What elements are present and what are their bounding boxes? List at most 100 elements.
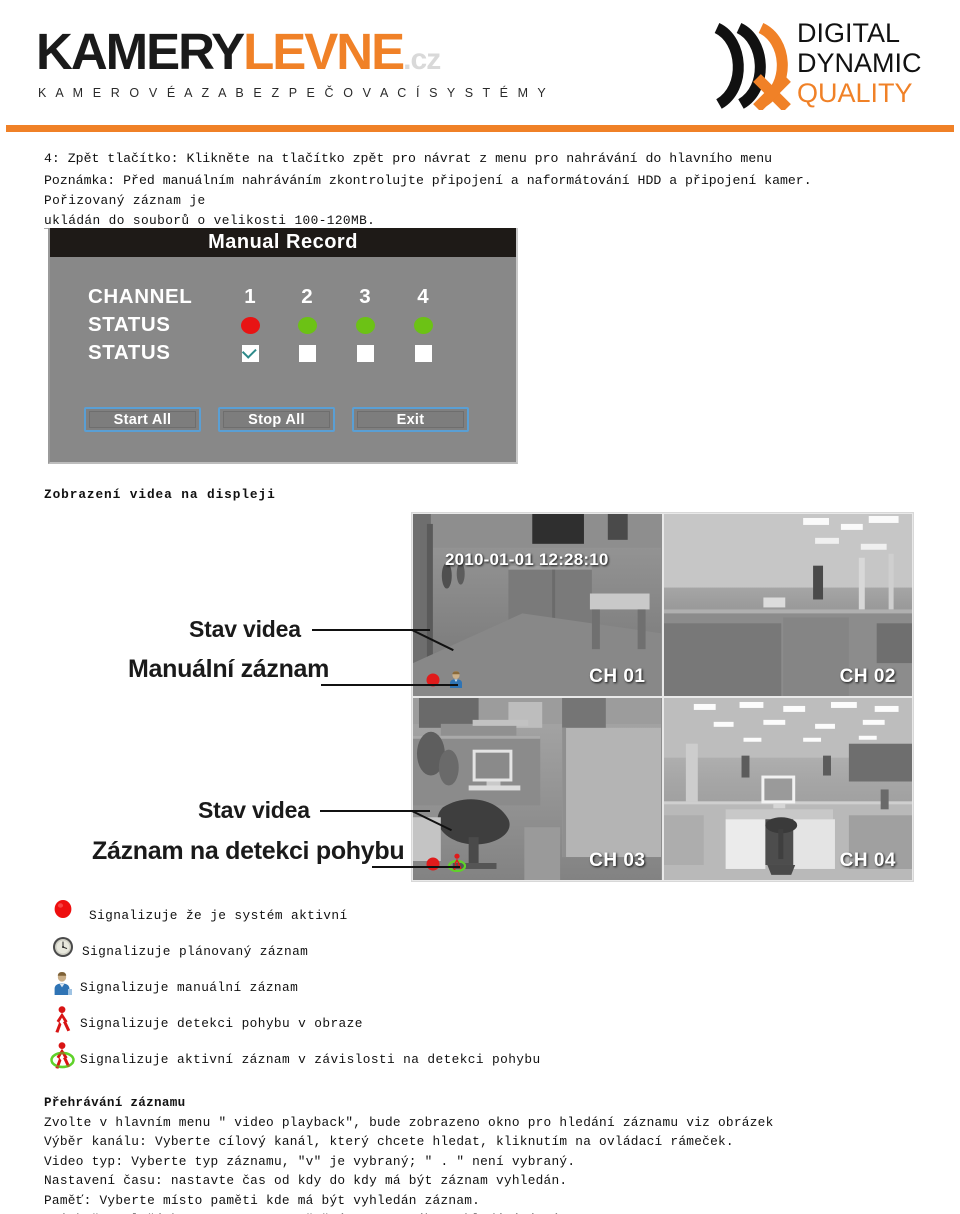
video-cell-label-ch03: CH 03 [589,850,646,871]
page-root: KAMERYLEVNE.cz K A M E R O V É A Z A B E… [0,0,960,1214]
video-cell-ch01[interactable]: 2010-01-01 12:28:10 CH 01 [412,513,663,697]
dialog-body: CHANNEL STATUS STATUS 1 2 3 4 Start All … [50,257,516,464]
channel-check-cell-2[interactable] [285,339,329,367]
brand-logo-part2: LEVNE [243,23,405,80]
status-checkbox-3[interactable] [356,344,374,362]
intro-line-4: ukládán do souborů o velikosti 100-120MB… [44,213,376,228]
channel-led-cell-4 [401,311,445,339]
video-cell-ch04[interactable]: CH 04 [662,697,913,881]
legend-item-manual-record: Signalizuje manuální záznam [50,969,770,1005]
row-label-status-led: STATUS [88,313,171,336]
brand-logo-tld: .cz [403,43,441,76]
callout-video-status-top: Stav videa [189,616,301,642]
channel-column-3: 3 [343,283,387,367]
video-cell-label-ch04: CH 04 [839,850,896,871]
playback-paragraph: Zvolte v hlavním menu " video playback",… [44,1113,774,1214]
record-red-dot-icon [426,857,440,871]
channel-check-cell-1[interactable] [228,339,272,367]
video-grid: 2010-01-01 12:28:10 CH 01 CH 02 CH 03 CH… [411,512,914,882]
video-cell-label-ch02: CH 02 [839,666,896,687]
check-tick-icon [241,343,257,359]
channel-column-1: 1 [228,283,272,367]
intro-line-3: Pořizovaný záznam je [44,193,206,208]
status-led-4 [413,316,433,334]
ddq-mark-icon [714,23,791,110]
stop-all-button-label: Stop All [223,411,330,428]
video-cell-label-ch01: CH 01 [589,666,646,687]
motion-record-active-icon [448,853,466,872]
ddq-logo: DIGITAL DYNAMIC QUALITY [713,18,953,112]
dialog-row-labels: CHANNEL STATUS STATUS [88,283,192,367]
legend-text-system-active: Signalizuje že je systém aktivní [89,908,348,923]
status-checkbox-4[interactable] [414,344,432,362]
status-checkbox-2[interactable] [298,344,316,362]
channel-column-2: 2 [285,283,329,367]
brand-tagline: K A M E R O V É A Z A B E Z P E Č O V A … [38,86,549,100]
channel-led-cell-2 [285,311,329,339]
person-icon [54,972,72,995]
callout-leader-2 [321,684,458,686]
section-heading-display: Zobrazení videa na displeji [44,487,276,502]
channel-number-1: 1 [244,285,256,308]
callout-manual-record: Manuální záznam [128,655,330,683]
intro-paragraph-2: Pořizovaný záznam je ukládán do souborů … [44,191,375,231]
channel-led-cell-1 [228,311,272,339]
status-checkbox-1[interactable] [241,343,259,362]
playback-line-1: Zvolte v hlavním menu " video playback",… [44,1115,774,1130]
playback-line-2: Výběr kanálu: Vyberte cílový kanál, kter… [44,1134,734,1150]
legend-text-manual-record: Signalizuje manuální záznam [80,980,299,995]
legend-item-motion-detection: Signalizuje detekci pohybu v obraze [50,1005,770,1041]
site-header: KAMERYLEVNE.cz K A M E R O V É A Z A B E… [0,0,960,132]
header-divider [6,125,954,132]
intro-line-2: Poznámka: Před manuálním nahráváním zkon… [44,172,812,188]
channel-check-cell-3[interactable] [343,339,387,367]
walking-person-green-ring-icon [50,1042,75,1069]
exit-button[interactable]: Exit [352,407,469,432]
channel-check-cell-4[interactable] [401,339,445,367]
brand-logo: KAMERYLEVNE.cz [36,23,441,80]
video-overlay-icons-ch03 [425,853,466,872]
exit-button-label: Exit [357,411,464,428]
intro-line-1: 4: Zpět tlačítko: Klikněte na tlačítko z… [44,151,773,166]
video-timestamp: 2010-01-01 12:28:10 [445,550,609,569]
red-dot-icon [54,900,72,918]
callout-motion-detection-record: Záznam na detekci pohybu [92,837,405,865]
start-all-button[interactable]: Start All [84,407,201,432]
dialog-title: Manual Record [50,228,516,257]
row-label-status-check: STATUS [88,341,171,364]
ddq-line-digital: DIGITAL [797,18,901,48]
ddq-line-dynamic: DYNAMIC [797,48,922,78]
channel-number-2: 2 [301,285,313,308]
playback-line-3: Video typ: Vyberte typ záznamu, "v" je v… [44,1153,576,1169]
legend-list: Signalizuje že je systém aktivní Signali… [50,897,770,1077]
manual-record-dialog: Manual Record CHANNEL STATUS STATUS 1 2 … [48,228,518,464]
channel-number-3: 3 [359,285,371,308]
dialog-button-row: Start All Stop All Exit [84,407,469,432]
walking-person-icon [55,1006,71,1033]
brand-logo-part1: KAMERY [36,23,245,80]
row-label-channel: CHANNEL [88,285,193,308]
start-all-button-label: Start All [89,411,196,428]
legend-item-system-active: Signalizuje že je systém aktivní [50,897,770,933]
status-led-3 [355,316,375,334]
legend-item-scheduled-record: Signalizuje plánovaný záznam [50,933,770,969]
ddq-line-quality: QUALITY [797,78,913,108]
callout-video-status-bottom: Stav videa [198,797,310,823]
playback-heading: Přehrávání záznamu [44,1096,186,1110]
callout-leader-4 [372,866,460,868]
intro-paragraph: 4: Zpět tlačítko: Klikněte na tlačítko z… [44,148,812,191]
legend-text-motion-detection: Signalizuje detekci pohybu v obraze [80,1016,363,1031]
stop-all-button[interactable]: Stop All [218,407,335,432]
legend-text-motion-record-active: Signalizuje aktivní záznam v závislosti … [80,1052,541,1067]
status-led-2 [297,316,317,334]
ddq-wordmark: DIGITAL DYNAMIC QUALITY [797,18,922,108]
channel-number-4: 4 [417,285,429,308]
channel-column-4: 4 [401,283,445,367]
clock-icon [53,937,73,957]
video-cell-ch02[interactable]: CH 02 [662,513,913,697]
legend-text-scheduled-record: Signalizuje plánovaný záznam [82,944,309,959]
video-cell-ch03[interactable]: CH 03 [412,697,663,881]
playback-line-4: Nastavení času: nastavte čas od kdy do k… [44,1173,568,1189]
channel-led-cell-3 [343,311,387,339]
status-led-1 [240,316,260,334]
